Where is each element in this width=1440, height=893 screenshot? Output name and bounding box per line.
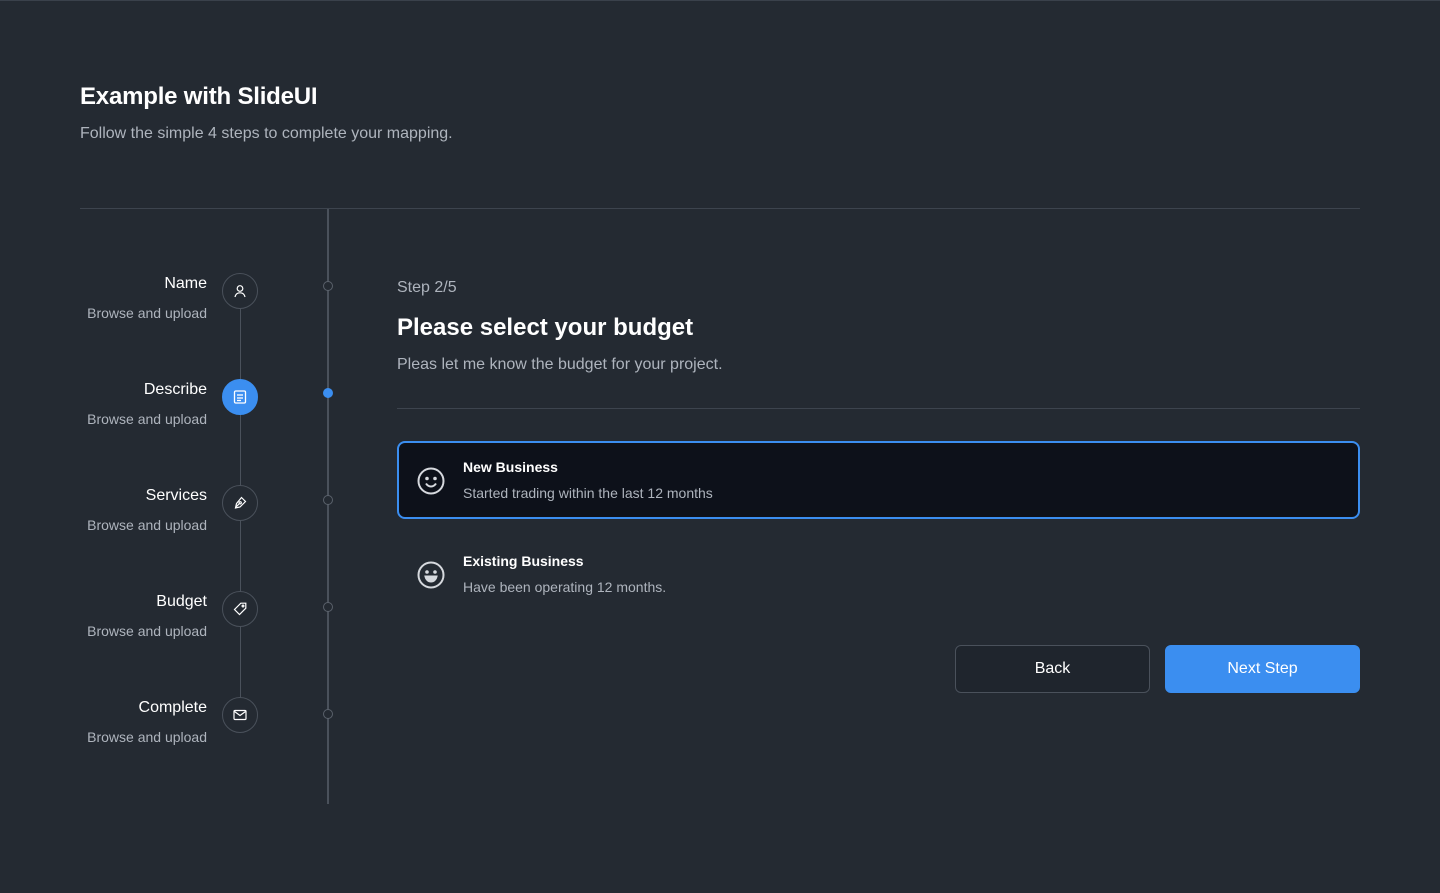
step-circle <box>222 697 258 733</box>
step-sublabel: Browse and upload <box>87 305 207 321</box>
next-step-button[interactable]: Next Step <box>1165 645 1360 693</box>
step-sublabel: Browse and upload <box>87 729 207 745</box>
option-title: New Business <box>463 459 558 475</box>
document-icon <box>233 390 247 404</box>
progress-dot <box>323 281 333 291</box>
smile-icon <box>417 467 445 495</box>
grin-icon <box>417 561 445 589</box>
page-header: Example with SlideUI Follow the simple 4… <box>80 83 453 143</box>
tag-icon <box>233 602 247 616</box>
header-divider <box>80 208 1360 209</box>
step-circle <box>222 485 258 521</box>
step-label: Services <box>145 487 207 504</box>
step-name[interactable]: Name Browse and upload <box>80 273 260 343</box>
step-sublabel: Browse and upload <box>87 411 207 427</box>
step-complete[interactable]: Complete Browse and upload <box>80 697 260 767</box>
step-sublabel: Browse and upload <box>87 517 207 533</box>
step-sublabel: Browse and upload <box>87 623 207 639</box>
option-new-business[interactable]: New Business Started trading within the … <box>397 441 1360 519</box>
step-circle <box>222 379 258 415</box>
page-title: Example with SlideUI <box>80 83 318 110</box>
progress-dot <box>323 709 333 719</box>
progress-dot-active <box>323 388 333 398</box>
progress-dot <box>323 602 333 612</box>
section-description: Pleas let me know the budget for your pr… <box>397 356 723 373</box>
step-services[interactable]: Services Browse and upload <box>80 485 260 555</box>
mail-icon <box>233 709 247 721</box>
back-button[interactable]: Back <box>955 645 1150 693</box>
section-title: Please select your budget <box>397 314 694 341</box>
step-count: Step 2/5 <box>397 279 457 296</box>
step-label: Complete <box>138 699 207 716</box>
option-subtitle: Have been operating 12 months. <box>463 579 667 595</box>
step-label: Name <box>164 275 207 292</box>
step-label: Describe <box>143 381 207 398</box>
step-circle <box>222 591 258 627</box>
progress-dot <box>323 495 333 505</box>
step-budget[interactable]: Budget Browse and upload <box>80 591 260 661</box>
content-divider <box>397 408 1360 409</box>
option-subtitle: Started trading within the last 12 month… <box>463 485 713 501</box>
step-describe[interactable]: Describe Browse and upload <box>80 379 260 449</box>
step-circle <box>222 273 258 309</box>
page-subtitle: Follow the simple 4 steps to complete yo… <box>80 125 453 142</box>
pen-icon <box>234 496 247 509</box>
user-icon <box>234 285 246 298</box>
main-content: Step 2/5 Please select your budget Pleas… <box>397 279 1360 374</box>
step-label: Budget <box>156 593 207 610</box>
option-title: Existing Business <box>463 553 584 569</box>
option-existing-business[interactable]: Existing Business Have been operating 12… <box>397 535 1360 613</box>
